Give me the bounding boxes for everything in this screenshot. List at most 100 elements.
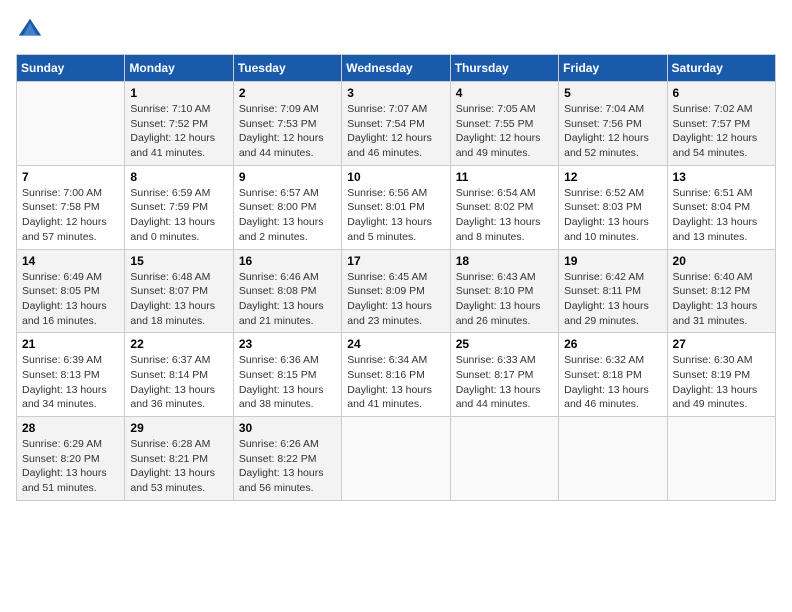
day-number: 16 (239, 254, 336, 268)
calendar-cell: 15 Sunrise: 6:48 AMSunset: 8:07 PMDayligh… (125, 249, 233, 333)
day-number: 12 (564, 170, 661, 184)
weekday-header: Tuesday (233, 55, 341, 82)
day-number: 14 (22, 254, 119, 268)
day-info: Sunrise: 6:33 AMSunset: 8:17 PMDaylight:… (456, 353, 553, 412)
day-number: 20 (673, 254, 770, 268)
calendar-cell: 14 Sunrise: 6:49 AMSunset: 8:05 PMDayligh… (17, 249, 125, 333)
calendar-cell: 12 Sunrise: 6:52 AMSunset: 8:03 PMDayligh… (559, 165, 667, 249)
day-info: Sunrise: 6:43 AMSunset: 8:10 PMDaylight:… (456, 270, 553, 329)
day-info: Sunrise: 6:28 AMSunset: 8:21 PMDaylight:… (130, 437, 227, 496)
calendar-cell: 10 Sunrise: 6:56 AMSunset: 8:01 PMDayligh… (342, 165, 450, 249)
calendar-cell (450, 417, 558, 501)
day-info: Sunrise: 7:02 AMSunset: 7:57 PMDaylight:… (673, 102, 770, 161)
day-info: Sunrise: 7:10 AMSunset: 7:52 PMDaylight:… (130, 102, 227, 161)
day-info: Sunrise: 7:05 AMSunset: 7:55 PMDaylight:… (456, 102, 553, 161)
day-number: 19 (564, 254, 661, 268)
calendar-cell: 6 Sunrise: 7:02 AMSunset: 7:57 PMDaylight… (667, 82, 775, 166)
weekday-header: Wednesday (342, 55, 450, 82)
day-number: 26 (564, 337, 661, 351)
day-number: 10 (347, 170, 444, 184)
day-info: Sunrise: 7:07 AMSunset: 7:54 PMDaylight:… (347, 102, 444, 161)
day-info: Sunrise: 6:54 AMSunset: 8:02 PMDaylight:… (456, 186, 553, 245)
day-number: 18 (456, 254, 553, 268)
calendar-cell: 23 Sunrise: 6:36 AMSunset: 8:15 PMDayligh… (233, 333, 341, 417)
day-number: 27 (673, 337, 770, 351)
day-info: Sunrise: 7:09 AMSunset: 7:53 PMDaylight:… (239, 102, 336, 161)
calendar-cell: 16 Sunrise: 6:46 AMSunset: 8:08 PMDayligh… (233, 249, 341, 333)
calendar-cell (342, 417, 450, 501)
day-info: Sunrise: 6:46 AMSunset: 8:08 PMDaylight:… (239, 270, 336, 329)
calendar-cell: 27 Sunrise: 6:30 AMSunset: 8:19 PMDayligh… (667, 333, 775, 417)
day-number: 11 (456, 170, 553, 184)
day-number: 13 (673, 170, 770, 184)
day-info: Sunrise: 6:42 AMSunset: 8:11 PMDaylight:… (564, 270, 661, 329)
calendar-cell (559, 417, 667, 501)
day-info: Sunrise: 6:56 AMSunset: 8:01 PMDaylight:… (347, 186, 444, 245)
day-info: Sunrise: 6:48 AMSunset: 8:07 PMDaylight:… (130, 270, 227, 329)
day-info: Sunrise: 7:00 AMSunset: 7:58 PMDaylight:… (22, 186, 119, 245)
day-info: Sunrise: 6:26 AMSunset: 8:22 PMDaylight:… (239, 437, 336, 496)
day-info: Sunrise: 6:36 AMSunset: 8:15 PMDaylight:… (239, 353, 336, 412)
day-number: 28 (22, 421, 119, 435)
day-number: 8 (130, 170, 227, 184)
calendar-cell: 17 Sunrise: 6:45 AMSunset: 8:09 PMDayligh… (342, 249, 450, 333)
day-number: 29 (130, 421, 227, 435)
day-number: 5 (564, 86, 661, 100)
day-number: 21 (22, 337, 119, 351)
weekday-header: Thursday (450, 55, 558, 82)
calendar-week-row: 1 Sunrise: 7:10 AMSunset: 7:52 PMDaylight… (17, 82, 776, 166)
calendar-cell: 11 Sunrise: 6:54 AMSunset: 8:02 PMDayligh… (450, 165, 558, 249)
day-info: Sunrise: 6:57 AMSunset: 8:00 PMDaylight:… (239, 186, 336, 245)
day-info: Sunrise: 6:30 AMSunset: 8:19 PMDaylight:… (673, 353, 770, 412)
weekday-header: Sunday (17, 55, 125, 82)
header (16, 16, 776, 44)
calendar-cell (17, 82, 125, 166)
logo-icon (16, 16, 44, 44)
calendar-cell: 9 Sunrise: 6:57 AMSunset: 8:00 PMDaylight… (233, 165, 341, 249)
day-number: 2 (239, 86, 336, 100)
calendar-cell: 19 Sunrise: 6:42 AMSunset: 8:11 PMDayligh… (559, 249, 667, 333)
day-number: 6 (673, 86, 770, 100)
day-number: 23 (239, 337, 336, 351)
calendar-cell: 18 Sunrise: 6:43 AMSunset: 8:10 PMDayligh… (450, 249, 558, 333)
day-number: 17 (347, 254, 444, 268)
calendar-cell: 28Sunrise: 6:29 AMSunset: 8:20 PMDayligh… (17, 417, 125, 501)
day-info: Sunrise: 6:40 AMSunset: 8:12 PMDaylight:… (673, 270, 770, 329)
calendar-cell: 24 Sunrise: 6:34 AMSunset: 8:16 PMDayligh… (342, 333, 450, 417)
calendar-week-row: 28Sunrise: 6:29 AMSunset: 8:20 PMDayligh… (17, 417, 776, 501)
day-info: Sunrise: 6:51 AMSunset: 8:04 PMDaylight:… (673, 186, 770, 245)
calendar-cell: 13 Sunrise: 6:51 AMSunset: 8:04 PMDayligh… (667, 165, 775, 249)
day-number: 1 (130, 86, 227, 100)
day-number: 15 (130, 254, 227, 268)
calendar-header-row: SundayMondayTuesdayWednesdayThursdayFrid… (17, 55, 776, 82)
calendar-cell: 1 Sunrise: 7:10 AMSunset: 7:52 PMDaylight… (125, 82, 233, 166)
calendar-week-row: 7 Sunrise: 7:00 AMSunset: 7:58 PMDaylight… (17, 165, 776, 249)
calendar-cell: 5Sunrise: 7:04 AMSunset: 7:56 PMDaylight… (559, 82, 667, 166)
calendar-cell: 8Sunrise: 6:59 AMSunset: 7:59 PMDaylight… (125, 165, 233, 249)
calendar-cell: 20 Sunrise: 6:40 AMSunset: 8:12 PMDayligh… (667, 249, 775, 333)
calendar-cell: 25 Sunrise: 6:33 AMSunset: 8:17 PMDayligh… (450, 333, 558, 417)
day-number: 9 (239, 170, 336, 184)
day-info: Sunrise: 6:49 AMSunset: 8:05 PMDaylight:… (22, 270, 119, 329)
day-number: 30 (239, 421, 336, 435)
logo (16, 16, 48, 44)
day-number: 7 (22, 170, 119, 184)
weekday-header: Friday (559, 55, 667, 82)
day-info: Sunrise: 6:45 AMSunset: 8:09 PMDaylight:… (347, 270, 444, 329)
calendar-cell: 7 Sunrise: 7:00 AMSunset: 7:58 PMDaylight… (17, 165, 125, 249)
calendar-cell: 29 Sunrise: 6:28 AMSunset: 8:21 PMDayligh… (125, 417, 233, 501)
day-info: Sunrise: 6:52 AMSunset: 8:03 PMDaylight:… (564, 186, 661, 245)
calendar: SundayMondayTuesdayWednesdayThursdayFrid… (16, 54, 776, 501)
calendar-cell: 30 Sunrise: 6:26 AMSunset: 8:22 PMDayligh… (233, 417, 341, 501)
day-number: 3 (347, 86, 444, 100)
day-info: Sunrise: 6:37 AMSunset: 8:14 PMDaylight:… (130, 353, 227, 412)
day-info: Sunrise: 6:34 AMSunset: 8:16 PMDaylight:… (347, 353, 444, 412)
calendar-cell: 2 Sunrise: 7:09 AMSunset: 7:53 PMDaylight… (233, 82, 341, 166)
day-info: Sunrise: 6:32 AMSunset: 8:18 PMDaylight:… (564, 353, 661, 412)
day-number: 22 (130, 337, 227, 351)
calendar-week-row: 21Sunrise: 6:39 AMSunset: 8:13 PMDayligh… (17, 333, 776, 417)
calendar-cell: 3 Sunrise: 7:07 AMSunset: 7:54 PMDaylight… (342, 82, 450, 166)
calendar-week-row: 14 Sunrise: 6:49 AMSunset: 8:05 PMDayligh… (17, 249, 776, 333)
day-number: 25 (456, 337, 553, 351)
day-number: 24 (347, 337, 444, 351)
